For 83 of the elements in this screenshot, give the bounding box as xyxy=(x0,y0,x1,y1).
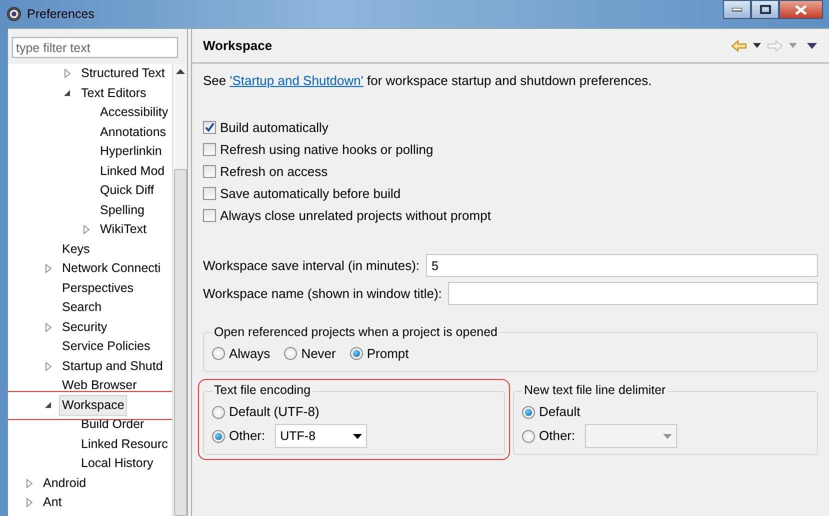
close-icon xyxy=(795,4,807,14)
radio-label[interactable]: Prompt xyxy=(366,344,409,363)
minimize-icon xyxy=(732,8,742,12)
tree-item[interactable]: Service Policies xyxy=(59,336,154,358)
close-button[interactable] xyxy=(779,0,823,19)
tree-item[interactable]: Quick Diff xyxy=(97,180,157,202)
tree-item[interactable]: Security xyxy=(59,316,110,338)
field-label: Workspace name (shown in window title): xyxy=(203,284,442,303)
tree-item[interactable]: Ant xyxy=(40,492,65,514)
radio-button[interactable] xyxy=(284,346,298,360)
scroll-up-icon[interactable] xyxy=(176,69,184,75)
tree-item[interactable]: Local History xyxy=(78,453,156,474)
radio-button[interactable] xyxy=(212,430,225,442)
collapsed-arrow-icon[interactable] xyxy=(82,225,91,234)
group-title: Text file encoding xyxy=(213,384,312,398)
group-title: New text file line delimiter xyxy=(523,384,667,398)
expanded-arrow-icon[interactable] xyxy=(44,400,53,410)
tree-item[interactable]: Linked Mod xyxy=(97,160,168,182)
maximize-icon xyxy=(760,5,770,14)
tree-item[interactable]: Spelling xyxy=(97,200,148,221)
checkbox[interactable] xyxy=(203,209,216,222)
minimize-button[interactable] xyxy=(723,0,751,19)
window-title: Preferences xyxy=(27,6,94,23)
collapsed-arrow-icon[interactable] xyxy=(63,69,72,78)
collapsed-arrow-icon[interactable] xyxy=(25,478,34,488)
tree-item[interactable]: Annotations xyxy=(97,122,170,143)
tree-item[interactable]: Workspace xyxy=(59,394,128,416)
collapsed-arrow-icon[interactable] xyxy=(44,264,53,274)
radio-button[interactable] xyxy=(522,406,535,418)
menu-icon[interactable] xyxy=(807,42,817,48)
tree-item[interactable]: Network Connecti xyxy=(59,258,164,280)
back-arrow-icon[interactable] xyxy=(731,40,747,52)
checkbox[interactable] xyxy=(203,187,216,200)
maximize-button[interactable] xyxy=(751,0,779,19)
link[interactable]: 'Startup and Shutdown' xyxy=(230,73,364,88)
scrollbar[interactable] xyxy=(172,64,187,516)
radio-label[interactable]: Always xyxy=(229,344,270,363)
caret-icon[interactable] xyxy=(753,43,761,48)
radio-button[interactable] xyxy=(350,346,363,360)
checkbox-label[interactable]: Refresh using native hooks or polling xyxy=(220,140,434,160)
radio-label[interactable]: Other: xyxy=(539,426,576,446)
radio-label[interactable]: Other: xyxy=(229,426,266,446)
intro-text: See 'Startup and Shutdown' for workspace startup and shutdown preferences. xyxy=(203,72,653,90)
tree-item[interactable]: Search xyxy=(59,297,105,318)
text-field[interactable]: 5 xyxy=(426,254,818,277)
dropdown[interactable]: UTF-8 xyxy=(275,424,368,448)
radio-label[interactable]: Default xyxy=(539,402,580,422)
tree-item[interactable]: Perspectives xyxy=(59,278,137,299)
tree-item[interactable]: Structured Text xyxy=(78,64,168,84)
checkbox[interactable] xyxy=(203,165,216,178)
filter-field[interactable]: type filter text xyxy=(12,37,178,58)
expanded-arrow-icon[interactable] xyxy=(63,88,72,98)
tree-item[interactable]: Startup and Shutd xyxy=(59,356,166,377)
checkbox-label[interactable]: Build automatically xyxy=(220,118,328,138)
radio-label[interactable]: Never xyxy=(301,344,336,363)
field-label: Workspace save interval (in minutes): xyxy=(203,256,420,275)
radio-label[interactable]: Default (UTF-8) xyxy=(229,402,320,422)
checkbox-label[interactable]: Save automatically before build xyxy=(220,184,401,204)
checkbox-label[interactable]: Always close unrelated projects without prompt xyxy=(220,206,491,226)
page-title: Workspace xyxy=(203,36,272,55)
caret-icon xyxy=(663,434,672,438)
tree-item[interactable]: Text Editors xyxy=(78,82,150,104)
tree-item[interactable]: Accessibility xyxy=(97,102,172,124)
text-field[interactable] xyxy=(448,282,818,305)
checkbox[interactable] xyxy=(203,121,216,134)
collapsed-arrow-icon[interactable] xyxy=(44,322,53,332)
radio-button[interactable] xyxy=(212,406,225,418)
tree-item[interactable]: Android xyxy=(40,472,90,494)
gear-icon xyxy=(6,6,22,22)
tree-item[interactable]: WikiText xyxy=(97,219,150,240)
tree-item[interactable]: Web Browser xyxy=(59,375,140,396)
radio-button[interactable] xyxy=(212,346,225,360)
radio-button[interactable] xyxy=(522,430,535,442)
caret-icon xyxy=(353,434,362,438)
dropdown-value: UTF-8 xyxy=(280,428,317,445)
checkbox[interactable] xyxy=(203,143,216,156)
tree-item[interactable]: Linked Resourc xyxy=(78,434,171,455)
group-title: Open referenced projects when a project is opened xyxy=(213,326,499,340)
collapsed-arrow-icon[interactable] xyxy=(25,498,34,508)
tree-item[interactable]: Keys xyxy=(59,238,93,260)
checkbox-label[interactable]: Refresh on access xyxy=(220,162,328,182)
tree-item[interactable]: Hyperlinkin xyxy=(97,141,165,162)
collapsed-arrow-icon[interactable] xyxy=(44,362,53,371)
